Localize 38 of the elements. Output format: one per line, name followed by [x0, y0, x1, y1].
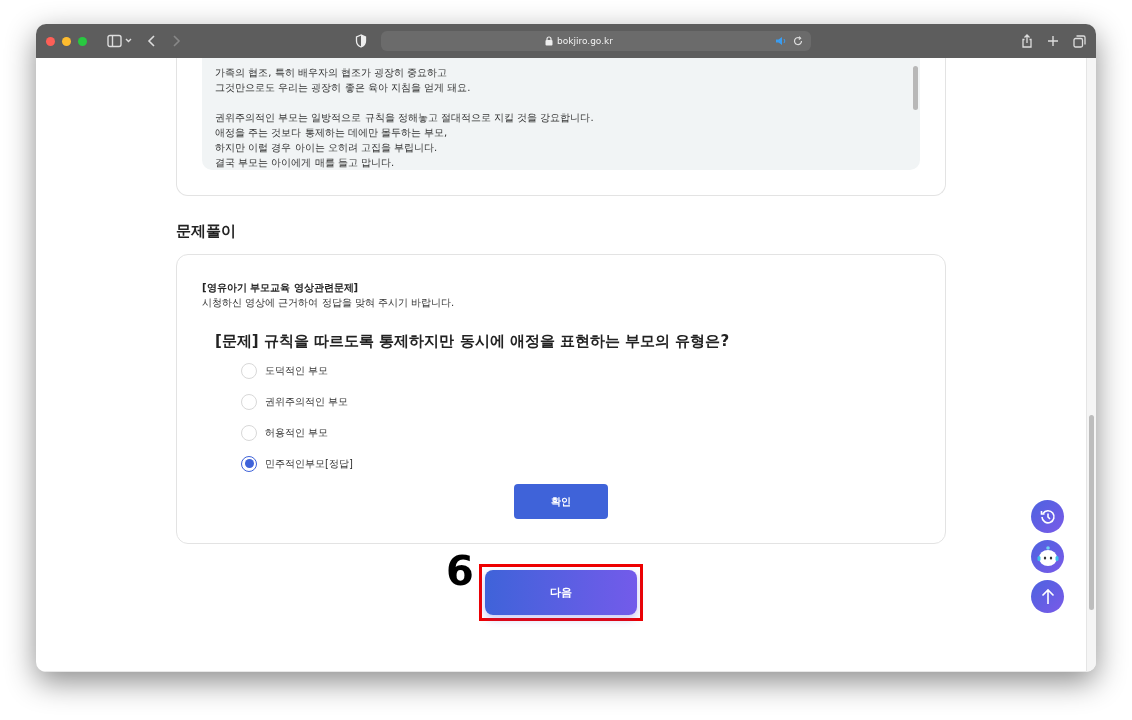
option-label[interactable]: 민주적인부모[정답] [265, 456, 353, 471]
plus-icon[interactable] [1047, 35, 1059, 47]
reload-icon[interactable] [793, 36, 803, 46]
arrow-up-icon [1039, 587, 1056, 606]
share-icon[interactable] [1021, 34, 1033, 48]
next-button[interactable]: 다음 [485, 570, 637, 615]
question-text: [문제] 규칙을 따르도록 통제하지만 동시에 애정을 표현하는 부모의 유형은? [215, 331, 731, 352]
close-icon[interactable] [46, 36, 55, 46]
scrollbar-thumb[interactable] [1089, 415, 1094, 610]
back-icon[interactable] [147, 34, 157, 48]
quiz-label: [영유아기 부모교육 영상관련문제] [202, 281, 360, 295]
sidebar-icon[interactable] [107, 34, 133, 48]
history-button[interactable] [1031, 500, 1064, 533]
quiz-instruction: 시청하신 영상에 근거하여 정답을 맞혀 주시기 바랍니다. [202, 296, 456, 310]
option-label[interactable]: 도덕적인 부모 [265, 363, 329, 378]
url-text: bokjiro.go.kr [557, 36, 613, 46]
transcript-line: 결국 부모는 아이에게 매를 들고 맙니다. [215, 156, 396, 170]
section-heading: 문제풀이 [176, 221, 237, 242]
transcript-line: 가족의 협조, 특히 배우자의 협조가 굉장히 중요하고 [215, 66, 449, 80]
transcript-line: 하지만 이럴 경우 아이는 오히려 고집을 부립니다. [215, 141, 439, 155]
confirm-button[interactable]: 확인 [514, 484, 608, 519]
scroll-top-button[interactable] [1031, 580, 1064, 613]
tabs-icon[interactable] [1073, 34, 1086, 48]
lock-icon [545, 36, 553, 46]
shield-icon[interactable] [355, 34, 367, 48]
address-bar[interactable]: bokjiro.go.kr [381, 31, 811, 51]
chatbot-button[interactable] [1031, 540, 1064, 573]
zoom-icon[interactable] [78, 36, 87, 46]
transcript-line: 그것만으로도 우리는 굉장히 좋은 육아 지침을 얻게 돼요. [215, 81, 472, 95]
option-label[interactable]: 허용적인 부모 [265, 425, 329, 440]
transcript-line: 권위주의적인 부모는 일방적으로 규칙을 정해놓고 절대적으로 지킬 것을 강요합니다. [215, 111, 595, 125]
option-label[interactable]: 권위주의적인 부모 [265, 394, 349, 409]
history-icon [1038, 507, 1057, 526]
minimize-icon[interactable] [62, 36, 71, 46]
scrollbar-thumb[interactable] [913, 66, 918, 110]
annotation-number: 6 [446, 547, 474, 595]
radio-button[interactable] [241, 455, 257, 472]
transcript-line: 애정을 주는 것보다 통제하는 데에만 몰두하는 부모, [215, 126, 449, 140]
